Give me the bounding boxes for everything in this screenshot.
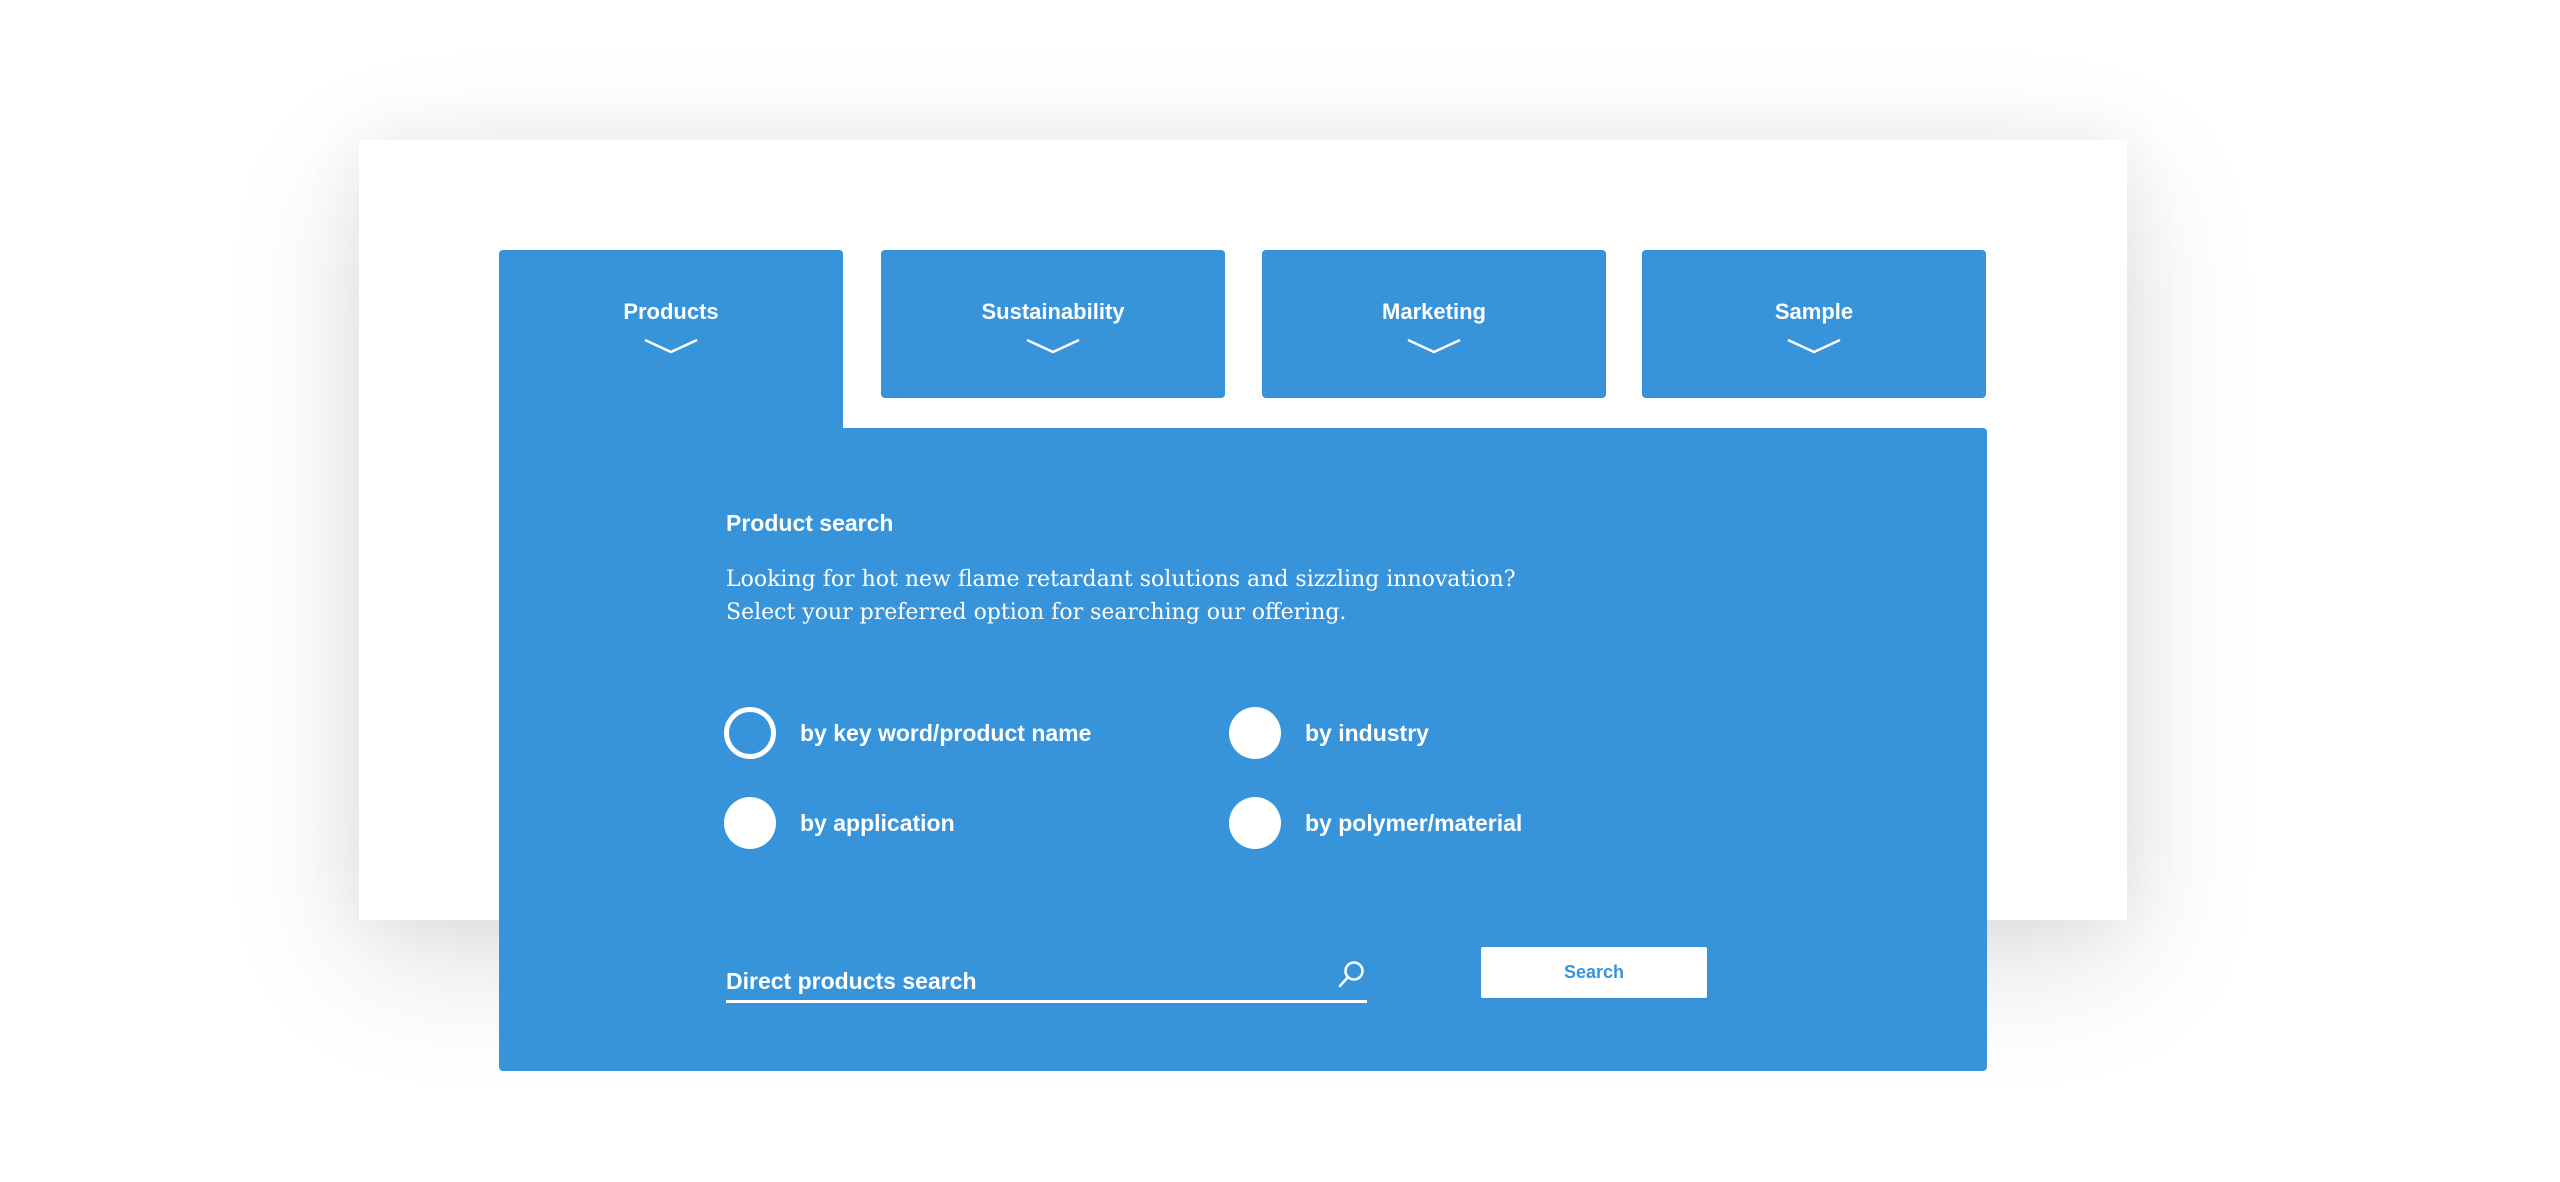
tab-products[interactable]: Products — [499, 250, 843, 430]
chevron-down-icon — [1407, 338, 1461, 354]
tab-sample[interactable]: Sample — [1642, 250, 1986, 398]
description-line: Select your preferred option for searchi… — [726, 600, 1347, 625]
option-polymer[interactable]: by polymer/material — [1229, 797, 1522, 849]
tab-label: Products — [623, 299, 719, 324]
tab-label: Sustainability — [981, 299, 1125, 324]
option-industry[interactable]: by industry — [1229, 707, 1429, 759]
option-label: by key word/product name — [800, 719, 1092, 746]
radio-button[interactable] — [1229, 797, 1281, 849]
tab-label: Marketing — [1382, 299, 1486, 324]
panel-title: Product search — [726, 510, 894, 536]
option-keyword[interactable]: by key word/product name — [724, 707, 1091, 759]
tab-sustainability[interactable]: Sustainability — [881, 250, 1225, 398]
description-line: Looking for hot new flame retardant solu… — [726, 567, 1516, 592]
search-icon[interactable] — [1337, 959, 1367, 989]
radio-button[interactable] — [724, 707, 776, 759]
option-label: by application — [800, 809, 955, 836]
panel-description: Looking for hot new flame retardant solu… — [726, 563, 1626, 629]
product-search-panel: Product search Looking for hot new flame… — [499, 428, 1987, 1071]
chevron-down-icon — [644, 338, 698, 354]
chevron-down-icon — [1026, 338, 1080, 354]
tab-label: Sample — [1774, 299, 1854, 324]
option-label: by industry — [1305, 719, 1429, 746]
direct-search-field — [726, 953, 1367, 1003]
chevron-down-icon — [1787, 338, 1841, 354]
option-label: by polymer/material — [1305, 809, 1523, 836]
radio-button[interactable] — [724, 797, 776, 849]
radio-button[interactable] — [1229, 707, 1281, 759]
search-button[interactable]: Search — [1481, 947, 1707, 998]
tab-marketing[interactable]: Marketing — [1262, 250, 1606, 398]
search-input[interactable] — [726, 953, 1316, 999]
option-application[interactable]: by application — [724, 797, 955, 849]
